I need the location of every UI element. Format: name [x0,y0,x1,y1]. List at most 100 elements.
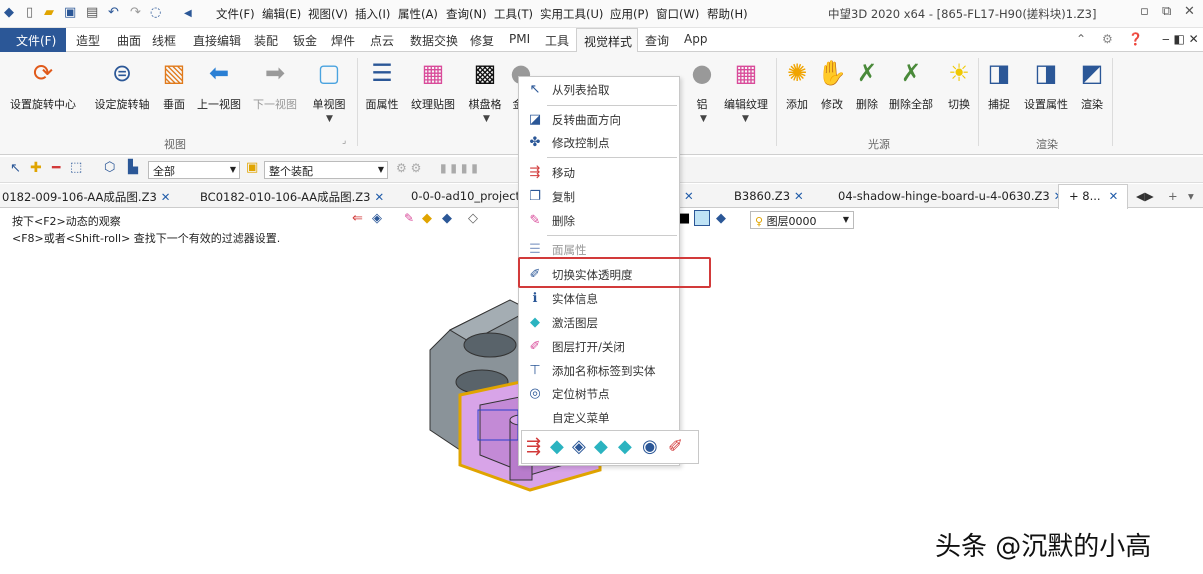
dropdown-arrow-icon[interactable]: ▼ [326,114,333,124]
dropdown-arrow-icon[interactable]: ▼ [483,114,490,124]
tab-surface[interactable]: 曲面 [117,32,141,49]
tab-weldment[interactable]: 焊件 [331,32,355,49]
capture-button[interactable]: ◨ 捕捉 [982,56,1016,116]
align-icon[interactable]: ◈ [572,436,586,457]
render-button[interactable]: ◩ 渲染 [1075,56,1109,116]
add-filter-icon[interactable]: ✚ [30,160,42,176]
restore-icon[interactable]: ⧉ [1162,4,1171,19]
light-delete-all-button[interactable]: ✗ 删除全部 [886,56,936,116]
tab-pmi[interactable]: PMI [509,32,530,46]
tab-sheetmetal[interactable]: 钣金 [293,32,317,49]
doc-tab[interactable]: 04-shadow-hinge-board-u-4-0630.Z3✕ [838,189,1063,203]
light-add-button[interactable]: ✺ 添加 [780,56,814,116]
doc-tab[interactable]: B3860.Z3 ✕ [734,189,804,203]
tab-point-cloud[interactable]: 点云 [370,32,394,49]
pick-icon[interactable]: ↖ [10,161,21,176]
customize-quick-icon[interactable]: ◀ [184,8,192,19]
view-cube-icon[interactable]: ◇ [468,211,478,226]
face-attr-button[interactable]: ☰ 面属性 [360,56,404,116]
doc-tab[interactable]: BC0182-010-106-AA成品图.Z3 ✕ [200,189,384,205]
tab-app[interactable]: App [684,32,707,46]
shade-icon[interactable]: ◆ [442,211,452,226]
set-rotate-axis-button[interactable]: ⊜ 设定旋转轴 [92,56,152,116]
tab-wireframe[interactable]: 线框 [152,32,176,49]
menu-item-delete[interactable]: ✎ 删除 [519,210,679,232]
select-mode-icon[interactable]: ◌ [150,5,161,20]
dropdown-arrow-icon[interactable]: ▼ [742,114,749,124]
doc-tab-active[interactable]: + 8... ✕ [1058,184,1128,209]
menu-item-move[interactable]: ⇶ 移动 [519,162,679,184]
tab-list-icon[interactable]: ▾ [1188,189,1194,203]
color-picker[interactable] [694,210,710,226]
snap-icon[interactable]: ⚙ ⚙ [396,161,421,175]
menu-file[interactable]: 文件(F) [216,6,255,22]
menu-utilities[interactable]: 实用工具(U) [540,6,603,22]
menu-attribute[interactable]: 属性(A) [398,6,438,22]
menu-item-activate-layer[interactable]: ◆ 激活图层 [519,312,679,334]
close-icon[interactable]: ✕ [794,189,804,203]
lasso-icon[interactable]: ⬡ [104,160,115,175]
exit-icon[interactable]: ⇐ [352,211,363,226]
save-icon[interactable]: ▣ [64,5,76,20]
checker-button[interactable]: ▩ 棋盘格 [464,56,506,116]
menu-edit[interactable]: 编辑(E) [262,6,301,22]
sketch-icon[interactable]: ✎ [404,211,414,225]
search-icon[interactable]: ◉ [642,436,658,457]
tab-assembly[interactable]: 装配 [254,32,278,49]
scope-combo[interactable]: 整个装配 ▼ [264,161,388,179]
close-icon[interactable]: ✕ [1109,189,1119,203]
snap-options-icon[interactable]: ▮ ▮ ▮ ▮ [440,161,478,175]
tab-visual-style[interactable]: 视觉样式 [576,28,638,53]
remove-filter-icon[interactable]: ━ [52,160,60,176]
render-settings-button[interactable]: ◨ 设置属性 [1018,56,1074,116]
undo-icon[interactable]: ↶ [108,5,119,20]
tab-scroll-icon[interactable]: ◀▶ [1136,189,1154,203]
menu-tools[interactable]: 工具(T) [494,6,533,22]
tab-tools[interactable]: 工具 [545,32,569,49]
box-select-icon[interactable]: ⬚ [70,160,82,175]
tab-modeling[interactable]: 造型 [76,32,100,49]
layer-combo[interactable]: ♀ 图层0000 ▼ [750,211,854,229]
redo-icon[interactable]: ↷ [130,5,141,20]
prev-view-button[interactable]: ⬅ 上一视图 [193,56,245,116]
light-modify-button[interactable]: ✋ 修改 [815,56,849,116]
tab-file[interactable]: 文件(F) [0,28,66,52]
menu-item-entity-info[interactable]: ℹ 实体信息 [519,288,679,310]
menu-item-locate-node[interactable]: ◎ 定位树节点 [519,383,679,405]
transform-icon[interactable]: ◆ [550,436,564,457]
dropdown-arrow-icon[interactable]: ▼ [700,114,707,124]
normal-view-button[interactable]: ▧ 垂面 [157,56,191,116]
menu-item-control-point[interactable]: ✤ 修改控制点 [519,132,679,154]
menu-item-add-name-tag[interactable]: ⊤ 添加名称标签到实体 [519,360,679,382]
menu-window[interactable]: 窗口(W) [656,6,699,22]
move-icon[interactable]: ⇶ [526,436,541,457]
print-icon[interactable]: ▤ [86,5,98,20]
menu-view[interactable]: 视图(V) [308,6,348,22]
light-delete-button[interactable]: ✗ 删除 [850,56,884,116]
group-expand-icon[interactable]: ⌟ [342,136,346,146]
layer-icon[interactable]: ◆ [594,436,608,457]
filter-icon[interactable]: ▙ [128,160,138,175]
help-icon[interactable]: ❓ [1128,32,1143,46]
close-icon[interactable]: ✕ [684,189,694,203]
menu-item-layer-toggle[interactable]: ✐ 图层打开/关闭 [519,336,679,358]
edit-texture-button[interactable]: ▦ 编辑纹理 [718,56,774,116]
tab-query[interactable]: 查询 [645,32,669,49]
new-tab-icon[interactable]: + [1168,189,1178,203]
menu-help[interactable]: 帮助(H) [707,6,748,22]
next-view-button[interactable]: ➡ 下一视图 [249,56,301,116]
tab-repair[interactable]: 修复 [470,32,494,49]
menu-insert[interactable]: 插入(I) [355,6,390,22]
doc-window-controls-icon[interactable]: ‒ ◧ ✕ [1162,32,1199,46]
collapse-ribbon-icon[interactable]: ⌃ [1076,32,1086,46]
menu-apps[interactable]: 应用(P) [610,6,649,22]
tab-direct-edit[interactable]: 直接编辑 [193,32,241,49]
part-icon[interactable]: ◆ [422,211,432,226]
new-file-icon[interactable]: ▯ [26,5,33,20]
solid-icon[interactable]: ◆ [618,436,632,457]
close-icon[interactable]: ✕ [374,190,384,204]
display-mode-icon[interactable]: ◈ [372,211,382,226]
minimize-icon[interactable]: ▫ [1140,4,1149,19]
menu-query[interactable]: 查询(N) [446,6,487,22]
tab-data-exchange[interactable]: 数据交换 [410,32,458,49]
